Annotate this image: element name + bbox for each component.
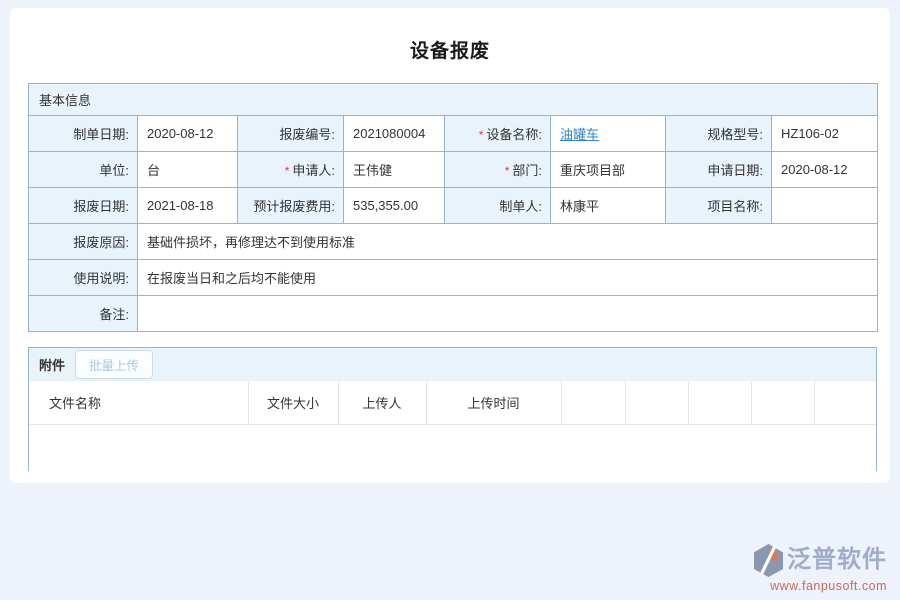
field-value-scrap-date: 2021-08-18 (138, 188, 238, 224)
form-card: 设备报废 基本信息 制单日期: 2020-08-12 报废编号: 2021080… (10, 8, 890, 483)
field-label-unit: 单位: (29, 152, 138, 188)
field-label-maker: 制单人: (445, 188, 551, 224)
field-label-scrap-reason: 报废原因: (29, 224, 138, 260)
field-label-making-date: 制单日期: (29, 116, 138, 152)
field-label-apply-date: 申请日期: (666, 152, 772, 188)
col-header-empty (814, 381, 876, 424)
page-title: 设备报废 (10, 8, 890, 63)
brand-website-link[interactable]: www.fanpusoft.com (753, 580, 887, 593)
field-value-making-date: 2020-08-12 (138, 116, 238, 152)
table-row: 报废原因: 基础件损坏，再修理达不到使用标准 (29, 224, 878, 260)
device-name-link[interactable]: 油罐车 (560, 127, 599, 142)
basic-info-section-title: 基本信息 (29, 84, 878, 116)
field-label-usage-note: 使用说明: (29, 260, 138, 296)
col-header-file-name: 文件名称 (29, 381, 248, 424)
required-marker: * (285, 164, 290, 178)
field-value-usage-note: 在报废当日和之后均不能使用 (138, 260, 878, 296)
attachment-section-title: 附件 (39, 355, 65, 374)
field-value-estimated-cost: 535,355.00 (344, 188, 445, 224)
field-label-scrap-date: 报废日期: (29, 188, 138, 224)
field-label-scrap-no: 报废编号: (238, 116, 344, 152)
field-value-department: 重庆项目部 (551, 152, 666, 188)
field-value-scrap-no: 2021080004 (344, 116, 445, 152)
field-label-device-name: *设备名称: (445, 116, 551, 152)
table-row: 制单日期: 2020-08-12 报废编号: 2021080004 *设备名称:… (29, 116, 878, 152)
col-header-upload-time: 上传时间 (426, 381, 561, 424)
required-marker: * (479, 128, 484, 142)
field-value-apply-date: 2020-08-12 (772, 152, 878, 188)
col-header-file-size: 文件大小 (248, 381, 338, 424)
field-value-applicant: 王伟健 (344, 152, 445, 188)
col-header-empty (561, 381, 625, 424)
attachment-header-bar: 附件 批量上传 (29, 348, 876, 381)
attachment-section: 附件 批量上传 文件名称 文件大小 上传人 上传时间 (28, 347, 877, 471)
col-header-uploader: 上传人 (338, 381, 426, 424)
attachment-table: 文件名称 文件大小 上传人 上传时间 (29, 381, 876, 425)
attachment-empty-body (29, 425, 876, 471)
fanpu-logo-icon (753, 543, 784, 578)
table-row: 报废日期: 2021-08-18 预计报废费用: 535,355.00 制单人:… (29, 188, 878, 224)
brand-name: 泛普软件 (787, 548, 887, 572)
field-label-remark: 备注: (29, 296, 138, 332)
field-label-estimated-cost: 预计报废费用: (238, 188, 344, 224)
col-header-empty (625, 381, 688, 424)
field-label-project-name: 项目名称: (666, 188, 772, 224)
basic-info-table: 基本信息 制单日期: 2020-08-12 报废编号: 2021080004 *… (28, 83, 878, 332)
col-header-empty (751, 381, 814, 424)
fanpu-logo: 泛普软件 www.fanpusoft.com (753, 543, 887, 593)
field-value-maker: 林康平 (551, 188, 666, 224)
batch-upload-button[interactable]: 批量上传 (75, 350, 153, 379)
field-label-spec-model: 规格型号: (666, 116, 772, 152)
field-label-applicant: *申请人: (238, 152, 344, 188)
field-value-unit: 台 (138, 152, 238, 188)
field-label-department: *部门: (445, 152, 551, 188)
table-row: 备注: (29, 296, 878, 332)
required-marker: * (505, 164, 510, 178)
field-value-spec-model: HZ106-02 (772, 116, 878, 152)
field-value-device-name: 油罐车 (551, 116, 666, 152)
field-value-remark (138, 296, 878, 332)
section-header-row: 基本信息 (29, 84, 878, 116)
table-row: 单位: 台 *申请人: 王伟健 *部门: 重庆项目部 申请日期: 2020-08… (29, 152, 878, 188)
field-value-scrap-reason: 基础件损坏，再修理达不到使用标准 (138, 224, 878, 260)
table-row: 使用说明: 在报废当日和之后均不能使用 (29, 260, 878, 296)
col-header-empty (688, 381, 751, 424)
attachment-header-row: 文件名称 文件大小 上传人 上传时间 (29, 381, 876, 424)
field-value-project-name (772, 188, 878, 224)
